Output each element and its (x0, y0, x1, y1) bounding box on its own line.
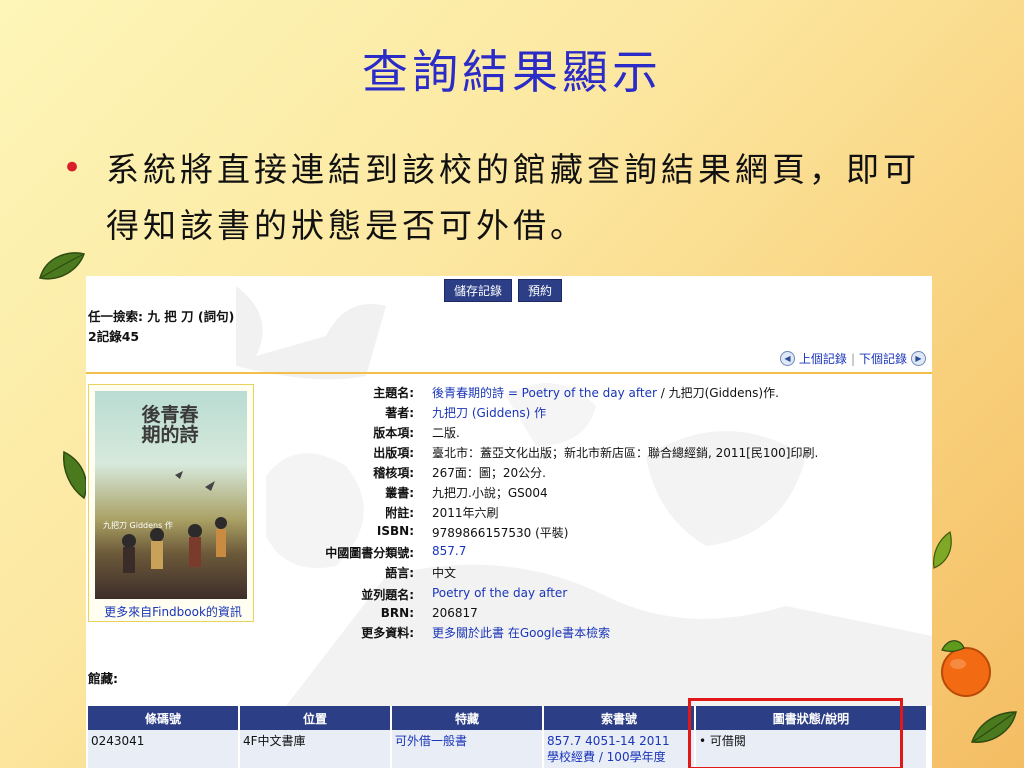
field-value: 267面：圖；20公分. (432, 466, 546, 480)
field-author: 著者: 九把刀 (Giddens) 作 (256, 404, 926, 423)
field-value: 9789866157530 (平裝) (432, 526, 569, 540)
leaf-icon (970, 711, 1017, 743)
field-label: 中國圖書分類號: (325, 546, 414, 560)
field-label: 著者: (385, 406, 414, 420)
field-label: 更多資料: (361, 626, 414, 640)
cell-collection-link[interactable]: 可外借一般書 (391, 730, 544, 768)
status-highlight-box (688, 698, 903, 768)
author-link[interactable]: 九把刀 (Giddens) 作 (432, 404, 546, 421)
classification-link[interactable]: 857.7 (432, 544, 466, 558)
field-label: 語言: (385, 566, 414, 580)
slide-title: 查詢結果顯示 (362, 45, 662, 99)
search-query: 任一撿索: 九 把 刀 (詞句) (88, 309, 235, 324)
holdings-label: 館藏: (88, 671, 118, 686)
next-record-link[interactable]: 下個記錄 (859, 350, 907, 367)
field-publication: 出版項: 臺北市：蓋亞文化出版；新北市新店區：聯合總經銷, 2011[民100]… (256, 444, 926, 463)
prev-record-link[interactable]: 上個記錄 (799, 350, 847, 367)
findbook-link[interactable]: 更多來自Findbook的資訊 (91, 603, 255, 620)
field-value: 206817 (432, 606, 478, 620)
bullet-dot-icon: • (62, 148, 83, 188)
field-series: 叢書: 九把刀.小說；GS004 (256, 484, 926, 503)
reserve-button[interactable]: 預約 (518, 279, 563, 302)
column-header-collection: 特藏 (391, 706, 544, 730)
book-cover-image[interactable]: 後青春期的詩 九把刀 Giddens 作 (95, 391, 247, 599)
cover-author-text: 九把刀 Giddens 作 (103, 521, 173, 530)
column-header-location: 位置 (239, 706, 392, 730)
title-suffix: / 九把刀(Giddens)作. (656, 386, 779, 400)
cell-barcode: 0243041 (88, 730, 240, 768)
field-value: 中文 (432, 566, 457, 580)
callno-note-link[interactable]: 學校經費 / 100學年度 (547, 750, 666, 764)
nav-divider: | (850, 351, 855, 366)
field-value: 2011年六刷 (432, 506, 499, 520)
field-value: 後青春期的詩 = Poetry of the day after / 九把刀(G… (432, 384, 779, 401)
catalog-screenshot: 儲存記錄 預約 任一撿索: 九 把 刀 (詞句) 2記錄45 ◀ 上個記錄 | … (86, 276, 932, 768)
record-count: 2記錄45 (88, 329, 140, 344)
parallel-title-link[interactable]: Poetry of the day after (432, 586, 567, 600)
cover-title-text: 後青春期的詩 (141, 404, 199, 446)
orange-fruit-icon (941, 640, 991, 697)
divider (86, 372, 932, 374)
column-header-barcode: 條碼號 (88, 706, 240, 730)
field-value: 二版. (432, 426, 460, 440)
chevron-right-icon[interactable]: ▶ (911, 351, 926, 366)
field-value: 臺北市：蓋亞文化出版；新北市新店區：聯合總經銷, 2011[民100]印刷. (432, 446, 819, 460)
field-title: 主題名: 後青春期的詩 = Poetry of the day after / … (256, 384, 926, 403)
field-label: 附註: (385, 506, 414, 520)
field-label: 出版項: (373, 446, 414, 460)
field-brn: BRN: 206817 (256, 606, 926, 625)
leaf-icon (39, 252, 85, 280)
field-language: 語言: 中文 (256, 564, 926, 583)
chevron-left-icon[interactable]: ◀ (779, 351, 795, 366)
field-collation: 稽核項: 267面：圖；20公分. (256, 464, 926, 483)
field-label: BRN: (380, 606, 414, 620)
field-edition: 版本項: 二版. (256, 424, 926, 443)
field-label: ISBN: (376, 524, 414, 538)
field-value: 九把刀.小說；GS004 (432, 486, 548, 500)
cell-location: 4F中文書庫 (239, 730, 392, 768)
cell-callno: 857.7 4051-14 2011 學校經費 / 100學年度 (543, 730, 696, 768)
record-navigation: ◀ 上個記錄 | 下個記錄 ▶ (779, 350, 926, 367)
leaf-icon (933, 531, 952, 569)
field-label: 版本項: (373, 426, 414, 440)
field-classification: 中國圖書分類號: 857.7 (256, 544, 926, 563)
save-record-button[interactable]: 儲存記錄 (444, 279, 513, 302)
field-label: 叢書: (385, 486, 414, 500)
bullet-text: 系統將直接連結到該校的館藏查詢結果網頁，即可得知該書的狀態是否可外借。 (106, 150, 920, 245)
callno-link[interactable]: 857.7 4051-14 2011 (547, 734, 670, 748)
field-note: 附註: 2011年六刷 (256, 504, 926, 523)
column-header-callno: 索書號 (543, 706, 696, 730)
book-cover-panel: 後青春期的詩 九把刀 Giddens 作 更多來自Findbook的資訊 (88, 384, 254, 622)
field-label: 稽核項: (373, 466, 414, 480)
field-isbn: ISBN: 9789866157530 (平裝) (256, 524, 926, 543)
more-info-link[interactable]: 更多關於此書 在Google書本檢索 (432, 624, 610, 641)
field-label: 並列題名: (361, 588, 414, 602)
field-parallel-title: 並列題名: Poetry of the day after (256, 586, 926, 605)
field-more-info: 更多資料: 更多關於此書 在Google書本檢索 (256, 624, 926, 643)
title-link[interactable]: 後青春期的詩 = Poetry of the day after (432, 386, 657, 400)
field-label: 主題名: (373, 386, 414, 400)
